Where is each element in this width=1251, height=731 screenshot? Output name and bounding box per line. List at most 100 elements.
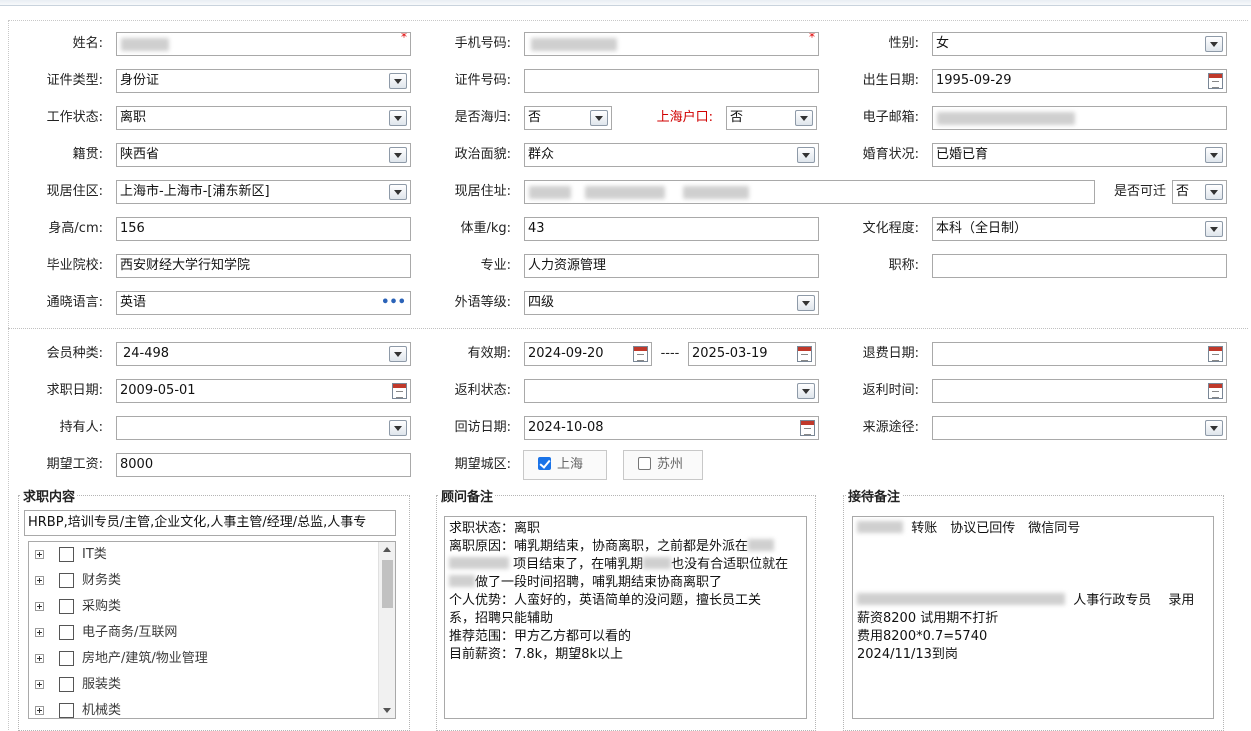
chevron-down-icon[interactable]: [797, 147, 815, 163]
id-number-input[interactable]: [524, 69, 819, 93]
gender-select[interactable]: 女: [932, 32, 1227, 56]
note-line: 薪资8200 试用期不打折: [857, 611, 999, 626]
chevron-down-icon[interactable]: [795, 110, 813, 126]
language-input[interactable]: 英语 •••: [116, 291, 411, 315]
consultant-notes-textarea[interactable]: 求职状态：离职 离职原因：哺乳期结束，协商离职，之前都是外派在 项目结束了，在哺…: [444, 516, 807, 719]
expand-icon[interactable]: [35, 680, 44, 689]
note-line: [857, 574, 1209, 592]
validity-start-input[interactable]: 2024-09-20: [524, 342, 652, 366]
chevron-down-icon[interactable]: [1205, 184, 1223, 200]
calendar-icon[interactable]: [1208, 383, 1223, 399]
more-options-icon[interactable]: •••: [381, 292, 406, 314]
city-option-shanghai[interactable]: 上海: [523, 450, 607, 480]
tree-item[interactable]: 电子商务/互联网: [29, 620, 379, 646]
title-input[interactable]: [932, 254, 1227, 278]
calendar-icon[interactable]: [1208, 346, 1223, 362]
refund-date-input[interactable]: [932, 342, 1227, 366]
expand-icon[interactable]: [35, 576, 44, 585]
expand-icon[interactable]: [35, 654, 44, 663]
tree-scrollbar[interactable]: [378, 542, 395, 718]
reception-notes-legend: 接待备注: [848, 490, 901, 505]
tree-item[interactable]: 财务类: [29, 568, 379, 594]
expected-salary-input[interactable]: 8000: [116, 453, 411, 477]
tree-checkbox[interactable]: [59, 677, 74, 692]
chevron-down-icon[interactable]: [389, 147, 407, 163]
validity-start-value: 2024-09-20: [528, 346, 604, 361]
chevron-down-icon[interactable]: [389, 184, 407, 200]
required-asterisk: *: [809, 32, 815, 44]
reception-notes-textarea[interactable]: 转账 协议已回传 微信同号 人事行政专员 录用 薪资8200 试用期不打折 费用…: [852, 516, 1214, 719]
relocatable-select[interactable]: 否: [1172, 180, 1227, 204]
chevron-down-icon[interactable]: [389, 346, 407, 362]
marital-status-select[interactable]: 已婚已育: [932, 143, 1227, 167]
tree-checkbox[interactable]: [59, 625, 74, 640]
rebate-status-select[interactable]: [524, 379, 819, 403]
expand-icon[interactable]: [35, 602, 44, 611]
language-level-select[interactable]: 四级: [524, 291, 819, 315]
tree-checkbox[interactable]: [59, 573, 74, 588]
expand-icon[interactable]: [35, 550, 44, 559]
redacted-address-3: [683, 186, 749, 199]
returnee-value: 否: [528, 110, 542, 125]
education-label: 文化程度:: [862, 221, 919, 236]
chevron-down-icon[interactable]: [1205, 420, 1223, 436]
job-seek-date-input[interactable]: 2009-05-01: [116, 379, 411, 403]
scroll-thumb[interactable]: [382, 560, 393, 608]
tree-item[interactable]: 机械类: [29, 698, 379, 718]
weight-input[interactable]: 43: [524, 217, 819, 241]
id-type-select[interactable]: 身份证: [116, 69, 411, 93]
expand-icon[interactable]: [35, 628, 44, 637]
height-input[interactable]: 156: [116, 217, 411, 241]
checkbox-checked-icon[interactable]: [538, 457, 551, 470]
tree-item[interactable]: 房地产/建筑/物业管理: [29, 646, 379, 672]
scroll-up-icon[interactable]: [383, 547, 391, 552]
visit-date-input[interactable]: 2024-10-08: [524, 416, 819, 440]
tree-checkbox[interactable]: [59, 599, 74, 614]
chevron-down-icon[interactable]: [389, 110, 407, 126]
political-status-select[interactable]: 群众: [524, 143, 819, 167]
holder-select[interactable]: [116, 416, 411, 440]
calendar-icon[interactable]: [797, 346, 812, 362]
school-input[interactable]: 西安财经大学行知学院: [116, 254, 411, 278]
expand-icon[interactable]: [35, 706, 44, 715]
calendar-icon[interactable]: [1208, 73, 1223, 89]
tree-checkbox[interactable]: [59, 547, 74, 562]
email-input[interactable]: [932, 106, 1227, 130]
scroll-down-icon[interactable]: [383, 708, 391, 713]
chevron-down-icon[interactable]: [797, 383, 815, 399]
birth-date-input[interactable]: 1995-09-29: [932, 69, 1227, 93]
chevron-down-icon[interactable]: [389, 420, 407, 436]
tree-checkbox[interactable]: [59, 651, 74, 666]
calendar-icon[interactable]: [392, 383, 407, 399]
tree-item[interactable]: 采购类: [29, 594, 379, 620]
calendar-icon[interactable]: [800, 420, 815, 436]
residence-address-input[interactable]: [524, 180, 1095, 204]
residence-area-select[interactable]: 上海市-上海市-[浦东新区]: [116, 180, 411, 204]
chevron-down-icon[interactable]: [1205, 221, 1223, 237]
validity-end-input[interactable]: 2025-03-19: [688, 342, 816, 366]
source-select[interactable]: [932, 416, 1227, 440]
tree-item[interactable]: IT类: [29, 542, 379, 568]
shanghai-hukou-select[interactable]: 否: [726, 106, 817, 130]
chevron-down-icon[interactable]: [389, 73, 407, 89]
chevron-down-icon[interactable]: [1205, 36, 1223, 52]
native-place-select[interactable]: 陕西省: [116, 143, 411, 167]
chevron-down-icon[interactable]: [590, 110, 608, 126]
tree-checkbox[interactable]: [59, 703, 74, 718]
calendar-icon[interactable]: [633, 346, 648, 362]
city-option-suzhou[interactable]: 苏州: [623, 450, 703, 480]
gender-label: 性别:: [888, 36, 919, 51]
mobile-input[interactable]: *: [524, 32, 819, 56]
education-select[interactable]: 本科（全日制）: [932, 217, 1227, 241]
checkbox-unchecked-icon[interactable]: [638, 457, 651, 470]
work-status-select[interactable]: 离职: [116, 106, 411, 130]
chevron-down-icon[interactable]: [797, 295, 815, 311]
chevron-down-icon[interactable]: [1205, 147, 1223, 163]
name-input[interactable]: *: [116, 32, 411, 56]
job-content-summary-input[interactable]: HRBP,培训专员/主管,企业文化,人事主管/经理/总监,人事专: [24, 510, 396, 536]
returnee-select[interactable]: 否: [524, 106, 612, 130]
rebate-time-input[interactable]: [932, 379, 1227, 403]
tree-item[interactable]: 服装类: [29, 672, 379, 698]
member-type-select[interactable]: 24-498: [116, 342, 411, 366]
major-input[interactable]: 人力资源管理: [524, 254, 819, 278]
